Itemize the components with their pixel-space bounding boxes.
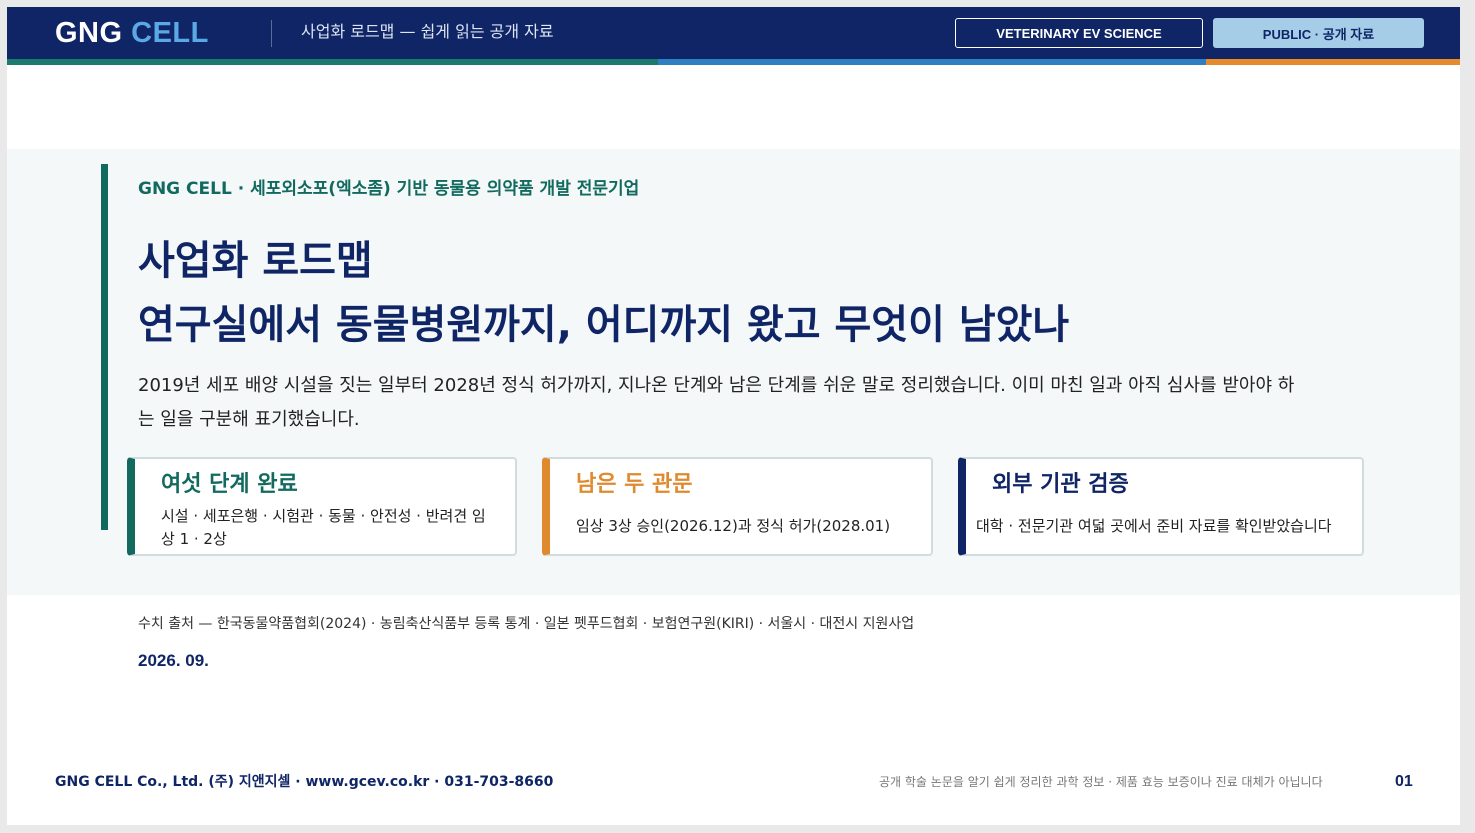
page-title: 사업화 로드맵 연구실에서 동물병원까지, 어디까지 왔고 무엇이 남았나 xyxy=(138,229,1069,357)
hero-accent-bar xyxy=(101,164,108,530)
header-bar: GNG CELL 사업화 로드맵 — 쉽게 읽는 공개 자료 VETERINAR… xyxy=(7,7,1460,59)
footer-company-info: GNG CELL Co., Ltd. (주) 지앤지셀 · www.gcev.c… xyxy=(55,774,554,790)
slide: GNG CELL 사업화 로드맵 — 쉽게 읽는 공개 자료 VETERINAR… xyxy=(7,7,1460,825)
header-divider xyxy=(271,20,272,47)
hero-eyebrow: GNG CELL · 세포외소포(엑소좀) 기반 동물용 의약품 개발 전문기업 xyxy=(138,179,640,199)
logo-main-text: GNG xyxy=(55,17,123,49)
logo-accent-text: CELL xyxy=(131,17,209,49)
lead-paragraph: 2019년 세포 배양 시설을 짓는 일부터 2028년 정식 허가까지, 지나… xyxy=(138,375,1295,430)
brand-logo[interactable]: GNG CELL xyxy=(55,16,209,50)
category-badge-button[interactable]: VETERINARY EV SCIENCE xyxy=(955,18,1203,48)
title-line-2: 연구실에서 동물병원까지, 어디까지 왔고 무엇이 남았나 xyxy=(138,302,1070,348)
hero-section: GNG CELL · 세포외소포(엑소좀) 기반 동물용 의약품 개발 전문기업… xyxy=(7,149,1460,595)
header-subtitle: 사업화 로드맵 — 쉽게 읽는 공개 자료 xyxy=(301,22,554,41)
title-line-1: 사업화 로드맵 xyxy=(138,238,373,284)
card-body: 시설 · 세포은행 · 시험관 · 동물 · 안전성 · 반려견 임상 1 · … xyxy=(161,507,486,548)
card-title: 여섯 단계 완료 xyxy=(161,472,298,497)
publication-date: 2026. 09. xyxy=(138,651,209,670)
card-body: 대학 · 전문기관 여덟 곳에서 준비 자료를 확인받았습니다 xyxy=(976,517,1332,535)
data-source-note: 수치 출처 — 한국동물약품협회(2024) · 농림축산식품부 등록 통계 ·… xyxy=(138,616,915,632)
card-body: 임상 3상 승인(2026.12)과 정식 허가(2028.01) xyxy=(576,517,891,535)
access-badge-button[interactable]: PUBLIC · 공개 자료 xyxy=(1213,18,1424,48)
stripe-orange xyxy=(1206,59,1460,65)
card-title: 외부 기관 검증 xyxy=(992,472,1129,497)
summary-card-verification: 외부 기관 검증 대학 · 전문기관 여덟 곳에서 준비 자료를 확인받았습니다 xyxy=(958,457,1364,556)
footer-disclaimer: 공개 학술 논문을 알기 쉽게 정리한 과학 정보 · 제품 효능 보증이나 진… xyxy=(879,775,1323,789)
stripe-teal xyxy=(7,59,658,65)
stripe-blue xyxy=(658,59,1206,65)
summary-card-completed: 여섯 단계 완료 시설 · 세포은행 · 시험관 · 동물 · 안전성 · 반려… xyxy=(127,457,517,556)
summary-card-remaining: 남은 두 관문 임상 3상 승인(2026.12)과 정식 허가(2028.01… xyxy=(542,457,933,556)
card-title: 남은 두 관문 xyxy=(576,472,693,497)
page-number: 01 xyxy=(1395,773,1413,790)
